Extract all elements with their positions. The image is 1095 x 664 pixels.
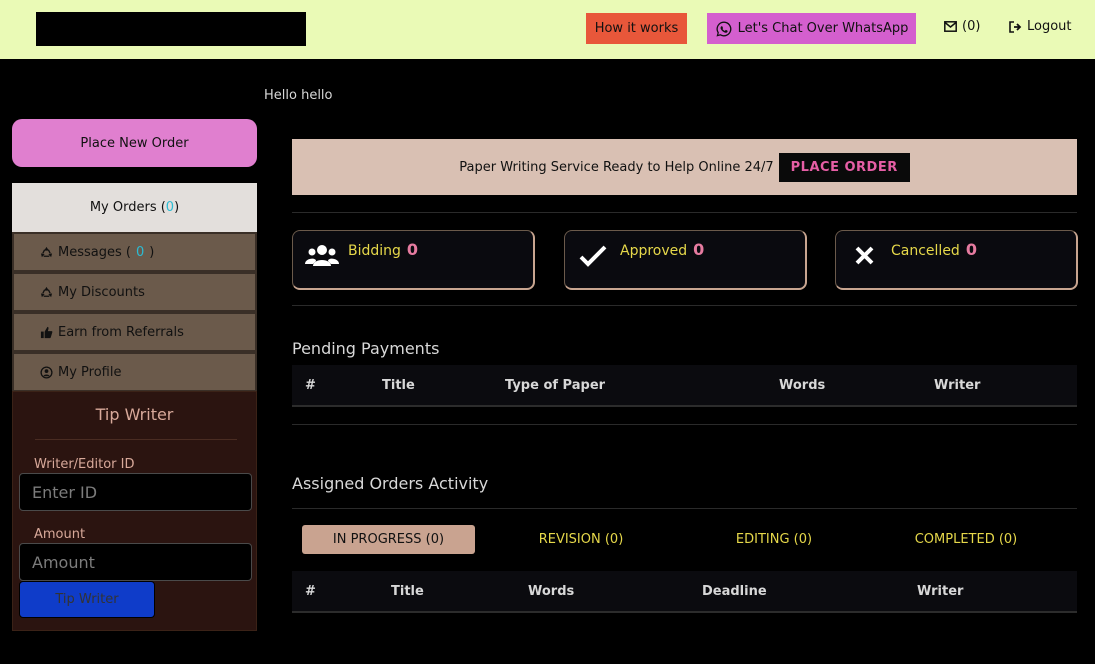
sidebar-item-label: My Profile — [58, 364, 122, 380]
logout-icon — [1009, 20, 1022, 33]
my-orders-label: My Orders ( — [89, 200, 166, 215]
column-header: Type of Paper — [505, 378, 606, 393]
divider — [35, 439, 237, 440]
greeting: Hello hello — [264, 88, 333, 103]
tab-completed[interactable]: COMPLETED (0) — [898, 525, 1034, 554]
column-header: Writer — [917, 584, 964, 599]
column-header: Writer — [934, 378, 981, 393]
column-header: Words — [779, 378, 826, 393]
tip-writer-panel: Tip Writer Writer/Editor ID Amount Tip W… — [12, 391, 257, 631]
pending-payments-table-header: # Title Type of Paper Words Writer — [292, 365, 1077, 407]
place-order-button[interactable]: PLACE ORDER — [778, 152, 910, 182]
divider — [292, 508, 1077, 509]
tab-editing[interactable]: EDITING (0) — [718, 525, 830, 554]
stat-card-bidding[interactable]: Bidding 0 — [292, 230, 535, 290]
column-header: Words — [528, 584, 575, 599]
envelope-icon — [944, 21, 957, 32]
stat-card-cancelled[interactable]: Cancelled 0 — [835, 230, 1078, 290]
my-orders-button[interactable]: My Orders (0 ) — [12, 183, 257, 232]
tab-revision[interactable]: REVISION (0) — [520, 525, 642, 554]
recycle-icon — [40, 286, 53, 297]
stat-name: Cancelled — [891, 243, 960, 259]
my-orders-close: ) — [174, 200, 180, 215]
stat-label: Bidding 0 — [348, 240, 418, 259]
mail-link[interactable]: (0) — [944, 19, 980, 34]
logout-label: Logout — [1027, 19, 1072, 34]
logout-link[interactable]: Logout — [1009, 19, 1072, 34]
thumbs-up-icon — [40, 326, 53, 338]
mail-count: (0) — [962, 19, 981, 34]
stat-label: Approved 0 — [620, 240, 704, 259]
promo-banner: Paper Writing Service Ready to Help Onli… — [292, 139, 1077, 195]
divider — [292, 212, 1077, 213]
writer-id-label: Writer/Editor ID — [34, 457, 135, 472]
sidebar-item-label: Earn from Referrals — [58, 324, 184, 340]
whatsapp-icon — [716, 21, 732, 36]
column-header: Deadline — [702, 584, 767, 599]
writer-id-input[interactable] — [19, 473, 252, 511]
sidebar-item-label: My Discounts — [58, 284, 145, 300]
stat-name: Bidding — [348, 243, 401, 259]
stat-card-approved[interactable]: Approved 0 — [564, 230, 807, 290]
pending-payments-title: Pending Payments — [292, 339, 440, 358]
sidebar-item-messages[interactable]: Messages (0 ) — [12, 232, 257, 272]
sidebar-item-profile[interactable]: My Profile — [12, 352, 257, 392]
user-circle-icon — [40, 365, 53, 379]
stat-label: Cancelled 0 — [891, 240, 977, 259]
messages-close: ) — [149, 244, 155, 260]
users-icon — [305, 245, 339, 266]
stat-count: 0 — [693, 240, 705, 259]
assigned-orders-table-header: # Title Words Deadline Writer — [292, 571, 1077, 613]
stat-count: 0 — [965, 240, 977, 259]
my-orders-count: 0 — [165, 200, 175, 215]
column-header: # — [305, 584, 316, 599]
column-header: # — [305, 378, 316, 393]
assigned-orders-title: Assigned Orders Activity — [292, 474, 489, 493]
banner-text: Paper Writing Service Ready to Help Onli… — [459, 159, 774, 175]
top-navbar: How it works Let's Chat Over WhatsApp (0… — [0, 0, 1095, 59]
amount-input[interactable] — [19, 543, 252, 581]
column-header: Title — [382, 378, 415, 393]
whatsapp-label: Let's Chat Over WhatsApp — [737, 21, 909, 36]
sidebar-item-label: Messages ( — [58, 244, 131, 260]
messages-count: 0 — [135, 244, 145, 260]
stat-name: Approved — [620, 243, 688, 259]
stat-count: 0 — [406, 240, 419, 259]
whatsapp-chat-button[interactable]: Let's Chat Over WhatsApp — [707, 13, 916, 44]
sidebar-item-discounts[interactable]: My Discounts — [12, 272, 257, 312]
logo[interactable] — [36, 12, 306, 46]
recycle-icon — [40, 246, 53, 257]
check-icon — [579, 245, 607, 267]
tip-writer-title: Tip Writer — [95, 405, 174, 424]
tab-in-progress[interactable]: IN PROGRESS (0) — [302, 525, 475, 554]
place-new-order-button[interactable]: Place New Order — [12, 119, 257, 167]
close-icon — [855, 246, 874, 265]
how-it-works-button[interactable]: How it works — [586, 13, 687, 44]
divider — [292, 424, 1077, 425]
amount-label: Amount — [34, 527, 86, 542]
sidebar-item-referrals[interactable]: Earn from Referrals — [12, 312, 257, 352]
column-header: Title — [391, 584, 424, 599]
tip-writer-button[interactable]: Tip Writer — [19, 581, 155, 618]
divider — [292, 305, 1077, 306]
